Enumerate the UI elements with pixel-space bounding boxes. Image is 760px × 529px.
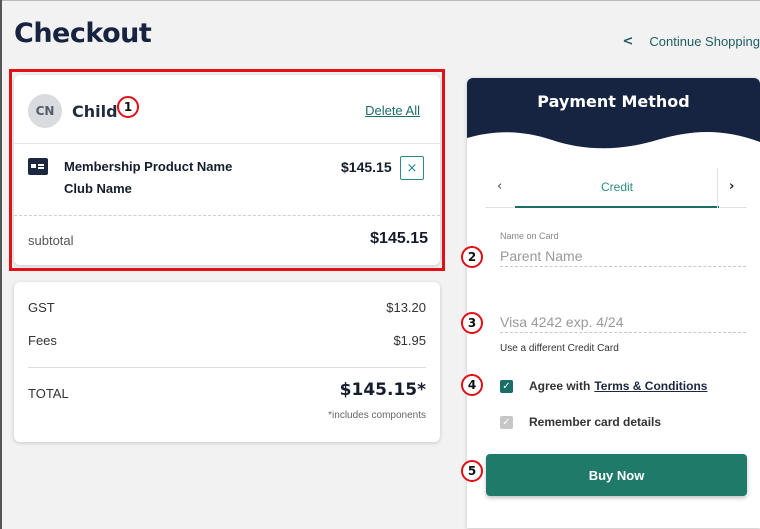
avatar: CN bbox=[28, 94, 62, 128]
close-icon: × bbox=[406, 160, 418, 176]
annotation-marker-5: 5 bbox=[461, 460, 483, 482]
chevron-left-icon: < bbox=[622, 34, 634, 49]
remember-card-row: ✓ Remember card details bbox=[500, 415, 661, 429]
gst-label: GST bbox=[28, 300, 55, 315]
continue-shopping-link[interactable]: < Continue Shopping bbox=[623, 34, 760, 49]
subtotal-value: $145.15 bbox=[370, 230, 428, 247]
divider bbox=[28, 367, 426, 368]
agree-text: Agree with bbox=[529, 379, 591, 393]
remove-item-button[interactable]: × bbox=[400, 156, 424, 180]
remember-text: Remember card details bbox=[529, 415, 662, 429]
payment-method-title: Payment Method bbox=[537, 92, 690, 111]
checkmark-icon: ✓ bbox=[502, 416, 511, 428]
name-on-card-label: Name on Card bbox=[500, 231, 559, 241]
includes-note: *includes components bbox=[328, 410, 426, 421]
checkmark-icon: ✓ bbox=[502, 380, 511, 392]
chevron-right-icon[interactable]: › bbox=[729, 179, 734, 194]
use-different-card-link[interactable]: Use a different Credit Card bbox=[500, 343, 619, 354]
participant-name: Child bbox=[72, 101, 118, 121]
buy-now-button[interactable]: Buy Now bbox=[486, 454, 747, 496]
item-price: $145.15 bbox=[341, 159, 392, 175]
window-top-border bbox=[0, 0, 760, 1]
tab-separator bbox=[717, 168, 718, 208]
cart-card: CN Child Delete All Membership Product N… bbox=[14, 75, 440, 265]
continue-shopping-label: Continue Shopping bbox=[649, 34, 760, 49]
agree-terms-row: ✓ Agree with Terms & Conditions bbox=[500, 379, 707, 393]
tab-credit[interactable]: Credit bbox=[515, 168, 719, 208]
fees-value: $1.95 bbox=[393, 333, 426, 348]
name-on-card-input[interactable] bbox=[500, 245, 746, 267]
subtotal-label: subtotal bbox=[28, 233, 74, 248]
payment-tabs: ‹ Credit › bbox=[485, 168, 747, 208]
cart-participant-header: CN Child bbox=[28, 94, 118, 128]
agree-terms-checkbox[interactable]: ✓ bbox=[500, 379, 513, 393]
annotation-marker-2: 2 bbox=[461, 246, 483, 268]
total-value: $145.15* bbox=[339, 380, 426, 400]
divider-dashed bbox=[14, 215, 440, 216]
gst-value: $13.20 bbox=[386, 300, 426, 315]
club-name: Club Name bbox=[64, 181, 132, 196]
window-left-border bbox=[0, 0, 2, 529]
cart-item-row: Membership Product Name Club Name $145.1… bbox=[14, 144, 440, 215]
terms-conditions-link[interactable]: Terms & Conditions bbox=[594, 379, 707, 393]
fees-label: Fees bbox=[28, 333, 57, 348]
annotation-marker-1: 1 bbox=[117, 96, 139, 118]
delete-all-link[interactable]: Delete All bbox=[365, 103, 420, 118]
chevron-left-icon[interactable]: ‹ bbox=[497, 179, 502, 194]
payment-header-wave bbox=[467, 78, 760, 149]
remember-card-checkbox[interactable]: ✓ bbox=[500, 415, 513, 429]
page-title: Checkout bbox=[14, 18, 152, 49]
payment-header: Payment Method bbox=[467, 78, 760, 158]
product-name: Membership Product Name bbox=[64, 159, 233, 174]
annotation-marker-4: 4 bbox=[461, 374, 483, 396]
totals-card: GST $13.20 Fees $1.95 TOTAL $145.15* *in… bbox=[14, 282, 440, 442]
total-label: TOTAL bbox=[28, 386, 69, 401]
card-select-input[interactable] bbox=[500, 311, 746, 333]
payment-panel: Payment Method ‹ Credit › Name on Card U… bbox=[467, 78, 760, 528]
membership-card-icon bbox=[28, 158, 48, 175]
annotation-marker-3: 3 bbox=[461, 312, 483, 334]
